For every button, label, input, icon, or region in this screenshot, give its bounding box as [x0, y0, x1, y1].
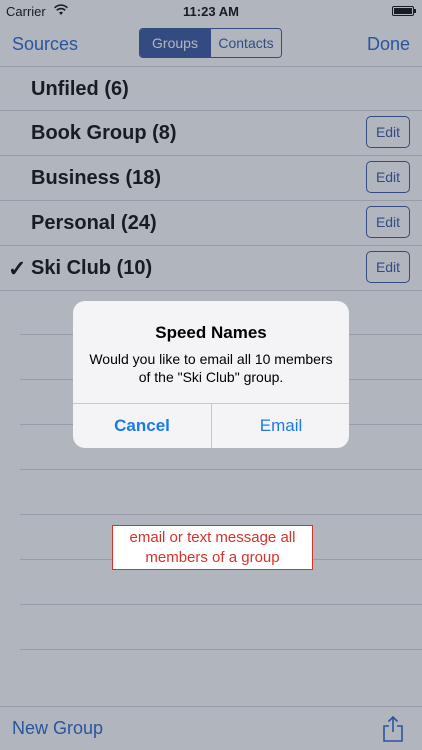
caption-line: email or text message all: [129, 529, 296, 546]
alert-message: Would you like to email all 10 members o…: [83, 350, 339, 386]
alert-message-line: of the "Ski Club" group.: [138, 369, 284, 385]
email-group-alert: Speed Names Would you like to email all …: [73, 301, 349, 448]
alert-message-line: Would you like to email all 10 members: [89, 351, 333, 367]
promo-caption: email or text message all members of a g…: [112, 525, 313, 570]
email-button[interactable]: Email: [212, 404, 350, 448]
caption-line: members of a group: [145, 549, 280, 566]
cancel-button[interactable]: Cancel: [73, 404, 211, 448]
alert-title: Speed Names: [155, 323, 267, 342]
